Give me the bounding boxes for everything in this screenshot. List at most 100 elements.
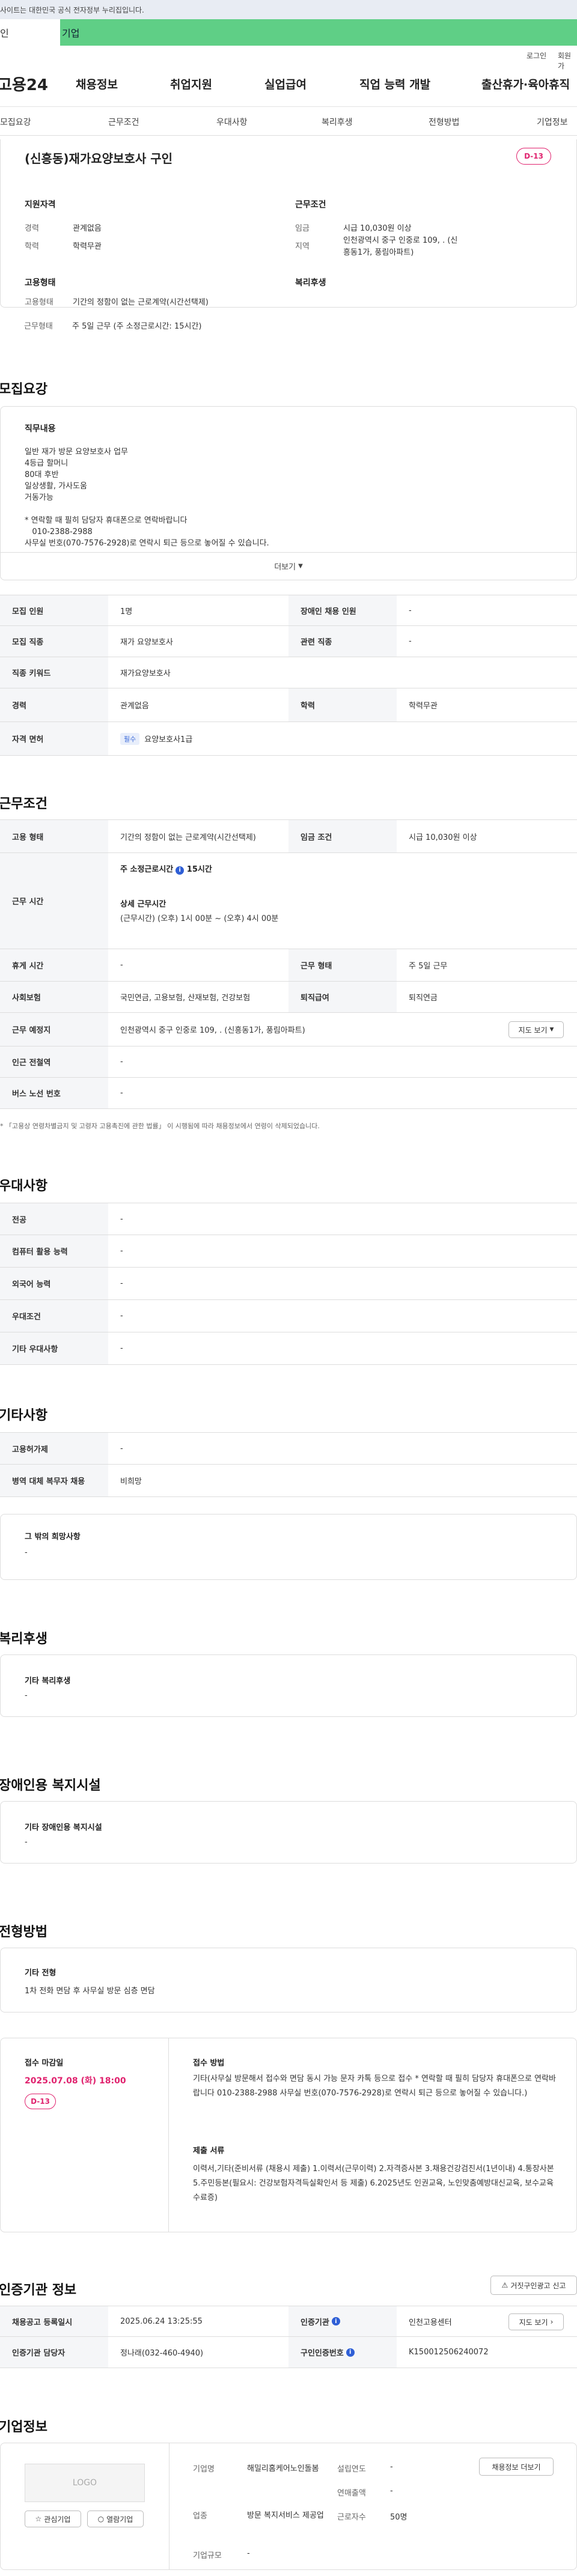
chevron-right-icon: ›: [550, 2318, 554, 2326]
info-icon[interactable]: i: [346, 2348, 355, 2357]
anchor-conditions[interactable]: 근무조건: [108, 116, 139, 128]
nav-leave[interactable]: 출산휴가·육아휴직: [481, 76, 570, 92]
weekly-hours: 주 소정근로시간 i 15시간: [120, 863, 212, 875]
table-row: 인증기관 담당자 정나래(032-460-4940) 구인인증번호 i K1500…: [0, 2337, 577, 2368]
td-rest: -: [120, 961, 123, 970]
anchor-recruit[interactable]: 모집요강: [0, 116, 31, 128]
sales-value: -: [390, 2486, 393, 2496]
td-emp-type: 기간의 정함이 없는 근로계약(시간선택제): [120, 833, 256, 842]
selection-other-title: 기타 전형: [25, 1969, 56, 1978]
emp-type-label: 고용형태: [25, 298, 53, 307]
th-emp-type: 고용 형태: [0, 820, 108, 852]
tab-company[interactable]: 기업: [60, 19, 577, 46]
chevron-down-icon: ▼: [549, 1027, 554, 1033]
detail-hours-value: (근무시간) (오후) 1시 00분 ~ (오후) 4시 00분: [120, 914, 279, 923]
other-wish-value: -: [25, 1548, 28, 1557]
career-value: 관계없음: [73, 224, 102, 233]
company-name-label: 기업명: [193, 2465, 215, 2474]
more-label: 더보기: [274, 563, 296, 572]
viewed-label: 열람기업: [106, 2515, 133, 2524]
more-button[interactable]: 더보기 ▼: [1, 552, 576, 580]
th-computer: 컴퓨터 활용 능력: [0, 1235, 108, 1267]
td-edu: 학력무관: [409, 702, 438, 711]
table-row: 근무 예정지 인천광역시 중구 인중로 109, . (신흥동1가, 풍림아파트…: [0, 1013, 577, 1046]
table-row: 버스 노선 번호 -: [0, 1078, 577, 1109]
weekly-label: 주 소정근로시간: [120, 865, 174, 874]
favorite-company-button[interactable]: ☆ 관심기업: [25, 2511, 81, 2527]
employees-value: 50명: [390, 2513, 408, 2522]
info-icon[interactable]: i: [176, 866, 185, 875]
duty-line: 4등급 할머니: [25, 459, 69, 468]
tab-personal[interactable]: 인: [0, 19, 60, 46]
nav-training[interactable]: 직업 능력 개발: [359, 76, 430, 92]
th-wage: 임금 조건: [288, 820, 397, 852]
duty-content: 일반 재가 방문 요양보호사 업무 4등급 할머니 80대 후반 일상생활, 가…: [25, 446, 269, 549]
duty-line: [25, 503, 269, 515]
duty-box: 직무내용 일반 재가 방문 요양보호사 업무 4등급 할머니 80대 후반 일상…: [0, 406, 577, 580]
td-license: 필수 요양보호사1급: [108, 722, 192, 755]
docs-label: 제출 서류: [193, 2146, 225, 2155]
global-nav: 고용24 채용정보 취업지원 실업급여 직업 능력 개발 출산휴가·육아휴직: [0, 61, 577, 107]
th-disabled: 장애인 채용 인원: [288, 595, 397, 625]
anchor-selection[interactable]: 전형방법: [429, 116, 460, 128]
info-icon[interactable]: i: [331, 2317, 340, 2325]
th-edu: 학력: [288, 688, 397, 721]
other-wish-box: 그 밖의 희망사항 -: [0, 1514, 577, 1580]
th-keyword: 직종 키워드: [0, 657, 108, 688]
facility-box-title: 기타 장애인용 복지시설: [25, 1823, 102, 1832]
industry-label: 업종: [193, 2512, 207, 2521]
viewed-company-button[interactable]: ○ 열람기업: [87, 2511, 144, 2527]
td-manager: 정나래(032-460-4940): [120, 2349, 204, 2358]
hours-value: 주 5일 근무 (주 소정근로시간: 15시간): [72, 322, 202, 331]
table-row: 기타 우대사항 -: [0, 1332, 577, 1365]
login-link[interactable]: 로그인: [527, 50, 546, 61]
table-row: 외국어 능력 -: [0, 1268, 577, 1300]
table-row: 휴게 시간 - 근무 형태 주 5일 근무: [0, 949, 577, 982]
anchor-welfare[interactable]: 복리후생: [322, 116, 353, 128]
wage-label: 임금: [295, 224, 310, 233]
table-row: 고용허가제 -: [0, 1432, 577, 1465]
table-row: 채용공고 등록일시 2025.06.24 13:25:55 인증기관 i 인천고용…: [0, 2306, 577, 2337]
section-anchor-bar: 모집요강 근무조건 우대사항 복리후생 전형방법 기업정보: [0, 107, 577, 136]
td-retirement: 퇴직연금: [409, 994, 438, 1003]
facility-box-value: -: [25, 1838, 28, 1847]
area-label: 지역: [295, 242, 310, 251]
th-insurance: 사회보험: [0, 982, 108, 1012]
site-logo[interactable]: 고용24: [0, 73, 48, 95]
map-button[interactable]: 지도 보기 ▼: [508, 1021, 564, 1038]
nav-support[interactable]: 취업지원: [170, 76, 212, 92]
age-law-note: * 「고용상 연령차별금지 및 고령자 고용촉진에 관한 법률」 이 시행됨에 …: [0, 1122, 320, 1130]
td-org: 인천고용센터: [409, 2318, 452, 2327]
sales-label: 연매출액: [337, 2489, 366, 2498]
user-type-tabs: 인 기업: [0, 19, 577, 46]
th-career: 경력: [0, 688, 108, 721]
deadline-value: 2025.07.08 (화) 18:00: [25, 2076, 126, 2086]
nav-jobs[interactable]: 채용정보: [76, 76, 118, 92]
method-label: 접수 방법: [193, 2059, 225, 2068]
anchor-preference[interactable]: 우대사항: [216, 116, 248, 128]
agency-map-button[interactable]: 지도 보기 ›: [508, 2313, 564, 2330]
welfare-title: 복리후생: [295, 278, 326, 288]
etc-heading: 기타사항: [0, 1408, 47, 1423]
th-major: 전공: [0, 1203, 108, 1235]
duty-line: 80대 후반: [25, 470, 59, 479]
dday-badge: D-13: [516, 148, 551, 165]
duty-line: 010-2388-2988: [25, 527, 93, 536]
other-wish-title: 그 밖의 희망사항: [25, 1533, 81, 1542]
industry-value: 방문 복지서비스 제공업: [247, 2511, 324, 2520]
anchor-company[interactable]: 기업정보: [537, 116, 568, 128]
report-button[interactable]: ⚠ 거짓구인광고 신고: [490, 2276, 577, 2295]
size-label: 기업규모: [193, 2551, 222, 2560]
nav-unemployment[interactable]: 실업급여: [264, 76, 307, 92]
founded-value: -: [390, 2462, 393, 2471]
duty-line: 사무실 번호(070-7576-2928)로 연락시 퇴근 등으로 놓어질 수 …: [25, 539, 269, 548]
table-row: 모집 인원 1명 장애인 채용 인원 -: [0, 595, 577, 626]
company-name-value: 해밀리홈케어노인돌봄: [247, 2464, 319, 2473]
edu-value: 학력무관: [73, 242, 102, 251]
th-place: 근무 예정지: [0, 1013, 108, 1046]
table-row: 전공 -: [0, 1203, 577, 1235]
map-button-label: 지도 보기: [518, 1025, 548, 1034]
company-jobs-button[interactable]: 채용정보 더보기: [479, 2458, 554, 2476]
company-box: LOGO ☆ 관심기업 ○ 열람기업 기업명 해밀리홈케어노인돌봄 설립연도 - 연…: [0, 2443, 577, 2570]
td-disabled: -: [409, 606, 412, 615]
